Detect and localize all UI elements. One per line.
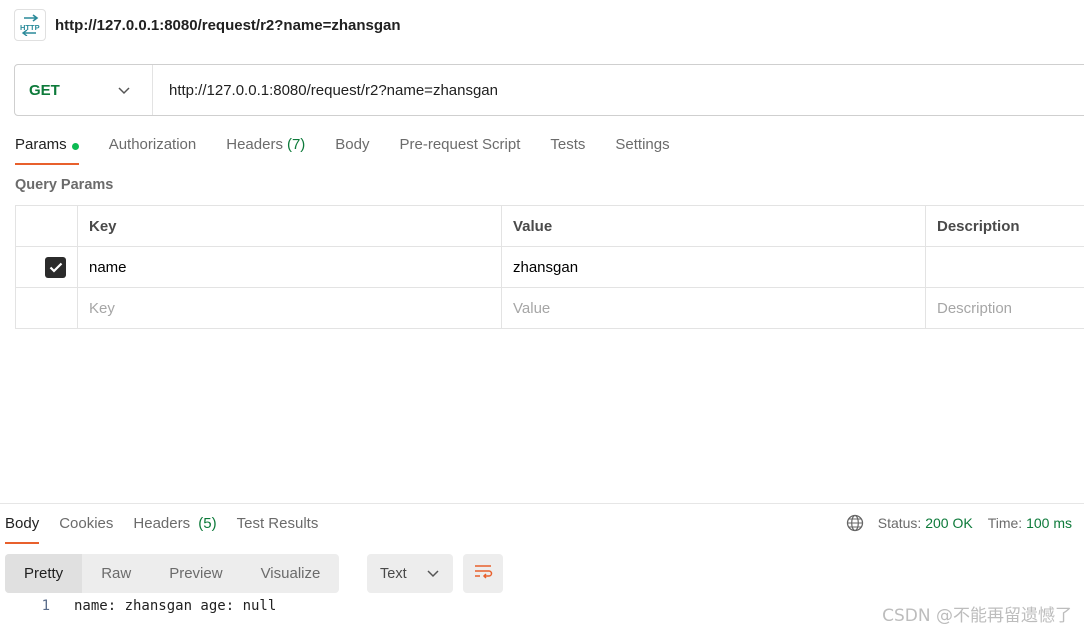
param-key-input[interactable] bbox=[78, 247, 501, 287]
view-preview-button[interactable]: Preview bbox=[150, 554, 241, 593]
table-row bbox=[15, 246, 1084, 288]
view-raw-button[interactable]: Raw bbox=[82, 554, 150, 593]
status-label: Status: bbox=[877, 515, 922, 531]
request-tabs: Params Authorization Headers (7) Body Pr… bbox=[15, 132, 700, 166]
header-description: Description bbox=[925, 205, 1084, 247]
method-label: GET bbox=[29, 81, 60, 99]
response-body-line: 1 name: zhansgan age: null bbox=[0, 598, 277, 614]
view-mode-toggle: Pretty Raw Preview Visualize bbox=[5, 554, 340, 593]
new-description-input[interactable] bbox=[926, 288, 1084, 328]
response-tab-test-results[interactable]: Test Results bbox=[237, 512, 319, 544]
param-value-input[interactable] bbox=[502, 247, 925, 287]
status-value: 200 OK bbox=[925, 515, 973, 531]
method-select[interactable]: GET bbox=[15, 65, 153, 115]
param-value-cell bbox=[501, 246, 926, 288]
param-description-cell bbox=[925, 246, 1084, 288]
tab-body[interactable]: Body bbox=[335, 132, 369, 165]
time-info[interactable]: Time: 100 ms bbox=[988, 515, 1072, 531]
wrap-lines-icon bbox=[473, 564, 493, 583]
header-check-cell bbox=[15, 205, 78, 247]
format-label: Text bbox=[380, 565, 407, 582]
query-params-title: Query Params bbox=[15, 177, 114, 193]
table-row-empty bbox=[15, 287, 1084, 329]
param-description-input[interactable] bbox=[926, 247, 1084, 287]
param-key-cell bbox=[77, 246, 502, 288]
response-tabs: Body Cookies Headers (5) Test Results bbox=[5, 512, 338, 544]
tab-body-label: Body bbox=[335, 136, 370, 153]
tab-tests[interactable]: Tests bbox=[550, 132, 585, 165]
header-value: Value bbox=[501, 205, 926, 247]
response-tab-headers-label: Headers bbox=[133, 515, 191, 532]
param-checkbox[interactable] bbox=[45, 256, 66, 278]
line-text: name: zhansgan age: null bbox=[74, 598, 277, 614]
tab-headers-count: (7) bbox=[286, 136, 306, 153]
new-key-input[interactable] bbox=[78, 288, 501, 328]
url-bar: GET bbox=[14, 64, 1084, 116]
tab-authorization[interactable]: Authorization bbox=[109, 132, 197, 165]
status-info[interactable]: Status: 200 OK bbox=[878, 515, 973, 531]
tab-tests-label: Tests bbox=[550, 136, 586, 153]
chevron-down-icon bbox=[118, 82, 130, 98]
empty-check-cell bbox=[15, 287, 78, 329]
tab-settings-label: Settings bbox=[615, 136, 670, 153]
new-value-cell bbox=[501, 287, 926, 329]
line-number: 1 bbox=[41, 598, 50, 614]
new-key-cell bbox=[77, 287, 502, 329]
watermark: CSDN @不能再留遗憾了 bbox=[882, 606, 1072, 626]
request-title: http://127.0.0.1:8080/request/r2?name=zh… bbox=[55, 16, 401, 34]
response-tab-cookies[interactable]: Cookies bbox=[59, 512, 113, 544]
time-label: Time: bbox=[987, 515, 1023, 531]
new-value-input[interactable] bbox=[502, 288, 925, 328]
query-params-table: Key Value Description bbox=[15, 205, 1084, 329]
request-header: HTTP http://127.0.0.1:8080/request/r2?na… bbox=[14, 9, 401, 41]
new-description-cell bbox=[925, 287, 1084, 329]
chevron-down-icon bbox=[427, 566, 439, 582]
wrap-lines-button[interactable] bbox=[463, 554, 503, 593]
url-input[interactable] bbox=[153, 65, 1084, 115]
response-tab-headers-count: (5) bbox=[198, 515, 217, 532]
tab-prerequest-label: Pre-request Script bbox=[399, 136, 521, 153]
response-tab-headers[interactable]: Headers (5) bbox=[133, 512, 216, 544]
tab-prerequest-script[interactable]: Pre-request Script bbox=[400, 132, 521, 165]
svg-text:HTTP: HTTP bbox=[20, 23, 40, 32]
http-icon: HTTP bbox=[14, 9, 46, 41]
pane-divider[interactable] bbox=[0, 503, 1084, 504]
tab-headers-label: Headers bbox=[226, 136, 283, 153]
tab-authorization-label: Authorization bbox=[108, 136, 197, 153]
tab-headers[interactable]: Headers (7) bbox=[226, 132, 305, 165]
tab-settings[interactable]: Settings bbox=[615, 132, 669, 165]
active-dot-icon bbox=[71, 143, 79, 150]
view-pretty-button[interactable]: Pretty bbox=[5, 554, 83, 593]
row-check-cell bbox=[15, 246, 78, 288]
response-tab-body[interactable]: Body bbox=[5, 512, 40, 544]
tab-params[interactable]: Params bbox=[15, 132, 79, 165]
globe-icon[interactable] bbox=[846, 514, 864, 532]
tab-params-label: Params bbox=[15, 136, 67, 153]
view-visualize-button[interactable]: Visualize bbox=[242, 554, 340, 593]
header-key: Key bbox=[77, 205, 502, 247]
format-select[interactable]: Text bbox=[367, 554, 453, 593]
time-value: 100 ms bbox=[1026, 515, 1072, 531]
response-status: Status: 200 OK Time: 100 ms bbox=[846, 514, 1072, 532]
table-header-row: Key Value Description bbox=[15, 205, 1084, 247]
